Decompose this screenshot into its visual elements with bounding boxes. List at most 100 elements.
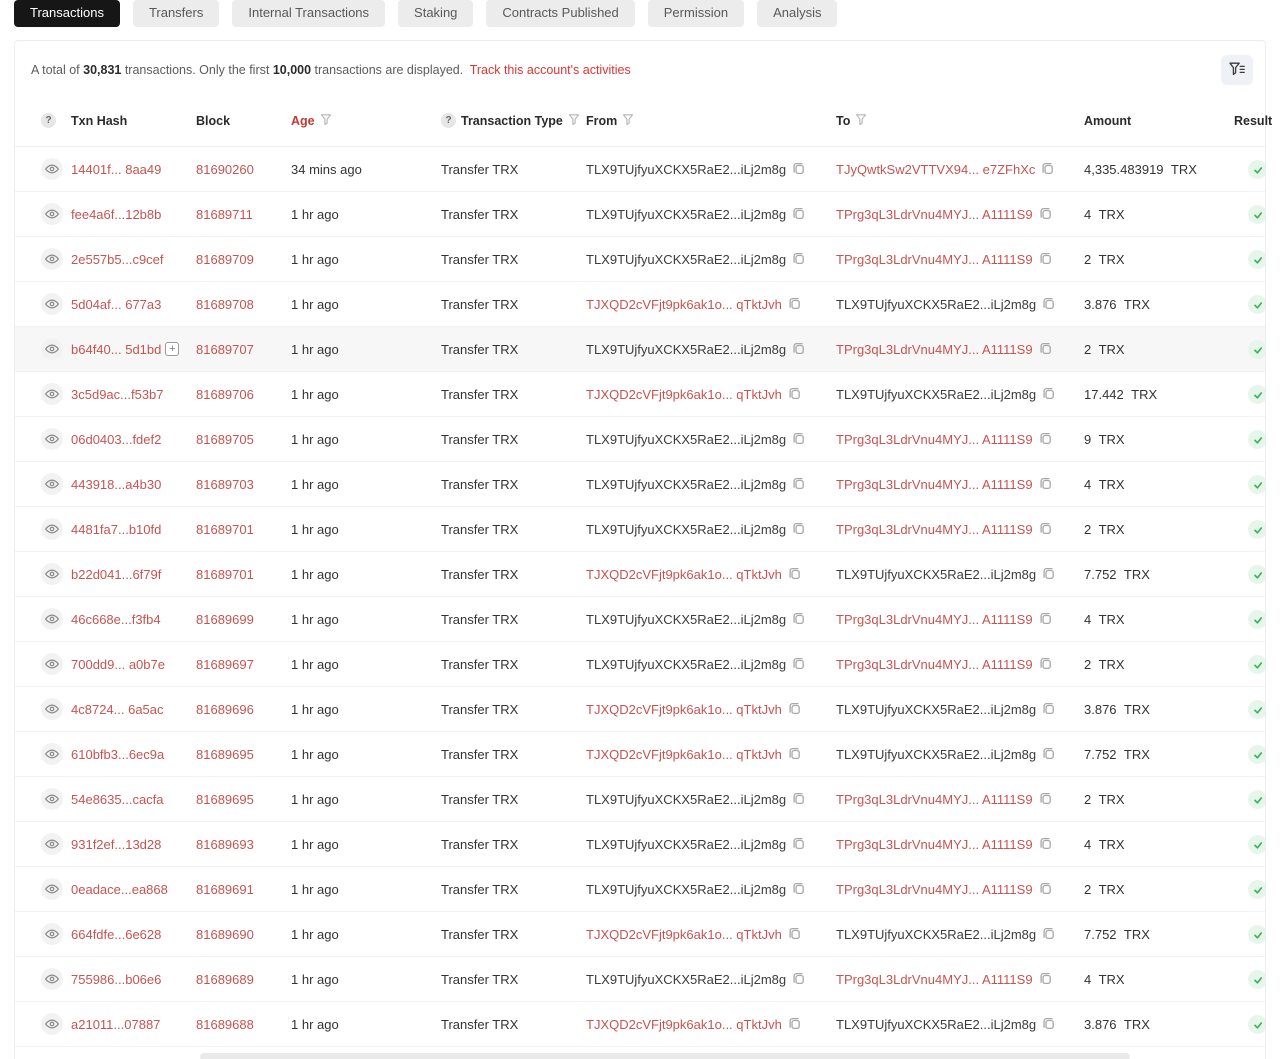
copy-icon[interactable] <box>788 701 802 716</box>
to-address-link[interactable]: TLX9TUjfyuXCKX5RaE2...iLj2m8g <box>836 387 1036 402</box>
block-link[interactable]: 81689703 <box>196 477 254 492</box>
copy-icon[interactable] <box>1039 791 1053 806</box>
txn-hash-link[interactable]: 610bfb3...6ec9a <box>71 747 164 762</box>
from-address-link[interactable]: TJXQD2cVFjt9pk6ak1o... qTktJvh <box>586 747 782 762</box>
to-address-link[interactable]: TPrg3qL3LdrVnu4MYJ... A1111S9 <box>836 342 1033 357</box>
from-address-link[interactable]: TLX9TUjfyuXCKX5RaE2...iLj2m8g <box>586 342 786 357</box>
tab-analysis[interactable]: Analysis <box>757 0 838 27</box>
txn-hash-link[interactable]: 4c8724... 6a5ac <box>71 702 164 717</box>
copy-icon[interactable] <box>788 1016 802 1031</box>
copy-icon[interactable] <box>792 341 806 356</box>
block-link[interactable]: 81689699 <box>196 612 254 627</box>
txn-hash-link[interactable]: fee4a6f...12b8b <box>71 207 161 222</box>
copy-icon[interactable] <box>1039 251 1053 266</box>
from-address-link[interactable]: TLX9TUjfyuXCKX5RaE2...iLj2m8g <box>586 162 786 177</box>
block-link[interactable]: 81689689 <box>196 972 254 987</box>
funnel-icon[interactable] <box>622 113 634 128</box>
to-address-link[interactable]: TPrg3qL3LdrVnu4MYJ... A1111S9 <box>836 522 1033 537</box>
copy-icon[interactable] <box>788 386 802 401</box>
block-link[interactable]: 81689691 <box>196 882 254 897</box>
from-address-link[interactable]: TLX9TUjfyuXCKX5RaE2...iLj2m8g <box>586 207 786 222</box>
to-address-link[interactable]: TPrg3qL3LdrVnu4MYJ... A1111S9 <box>836 882 1033 897</box>
block-link[interactable]: 81689705 <box>196 432 254 447</box>
question-mark-icon[interactable]: ? <box>41 113 56 128</box>
to-address-link[interactable]: TPrg3qL3LdrVnu4MYJ... A1111S9 <box>836 792 1033 807</box>
txn-hash-link[interactable]: 4481fa7...b10fd <box>71 522 161 537</box>
block-link[interactable]: 81689697 <box>196 657 254 672</box>
copy-icon[interactable] <box>792 431 806 446</box>
plus-square-expand-icon[interactable]: + <box>165 342 180 356</box>
block-link[interactable]: 81689708 <box>196 297 254 312</box>
copy-icon[interactable] <box>1039 656 1053 671</box>
funnel-icon[interactable] <box>855 113 867 128</box>
view-transaction-eye-icon[interactable] <box>41 608 63 630</box>
from-address-link[interactable]: TJXQD2cVFjt9pk6ak1o... qTktJvh <box>586 702 782 717</box>
txn-hash-link[interactable]: 46c668e...f3fb4 <box>71 612 161 627</box>
block-link[interactable]: 81689688 <box>196 1017 254 1032</box>
tab-contracts-published[interactable]: Contracts Published <box>486 0 635 27</box>
to-address-link[interactable]: TPrg3qL3LdrVnu4MYJ... A1111S9 <box>836 837 1033 852</box>
view-transaction-eye-icon[interactable] <box>41 473 63 495</box>
copy-icon[interactable] <box>1042 746 1056 761</box>
to-address-link[interactable]: TPrg3qL3LdrVnu4MYJ... A1111S9 <box>836 432 1033 447</box>
txn-hash-link[interactable]: 700dd9... a0b7e <box>71 657 165 672</box>
tab-permission[interactable]: Permission <box>647 0 745 27</box>
copy-icon[interactable] <box>1039 206 1053 221</box>
from-address-link[interactable]: TJXQD2cVFjt9pk6ak1o... qTktJvh <box>586 387 782 402</box>
block-link[interactable]: 81689707 <box>196 342 254 357</box>
question-mark-icon[interactable]: ? <box>441 113 456 128</box>
block-link[interactable]: 81689696 <box>196 702 254 717</box>
view-transaction-eye-icon[interactable] <box>41 338 63 360</box>
txn-hash-link[interactable]: 06d0403...fdef2 <box>71 432 161 447</box>
view-transaction-eye-icon[interactable] <box>41 158 63 180</box>
copy-icon[interactable] <box>788 296 802 311</box>
copy-icon[interactable] <box>792 206 806 221</box>
tab-internal-transactions[interactable]: Internal Transactions <box>232 0 386 27</box>
funnel-icon[interactable] <box>320 113 332 128</box>
view-transaction-eye-icon[interactable] <box>41 653 63 675</box>
copy-icon[interactable] <box>1042 926 1056 941</box>
view-transaction-eye-icon[interactable] <box>41 383 63 405</box>
to-address-link[interactable]: TLX9TUjfyuXCKX5RaE2...iLj2m8g <box>836 297 1036 312</box>
block-link[interactable]: 81689701 <box>196 567 254 582</box>
view-transaction-eye-icon[interactable] <box>41 923 63 945</box>
view-transaction-eye-icon[interactable] <box>41 698 63 720</box>
from-address-link[interactable]: TJXQD2cVFjt9pk6ak1o... qTktJvh <box>586 297 782 312</box>
from-address-link[interactable]: TLX9TUjfyuXCKX5RaE2...iLj2m8g <box>586 612 786 627</box>
from-address-link[interactable]: TLX9TUjfyuXCKX5RaE2...iLj2m8g <box>586 432 786 447</box>
block-link[interactable]: 81689693 <box>196 837 254 852</box>
from-address-link[interactable]: TLX9TUjfyuXCKX5RaE2...iLj2m8g <box>586 837 786 852</box>
copy-icon[interactable] <box>792 836 806 851</box>
view-transaction-eye-icon[interactable] <box>41 833 63 855</box>
txn-hash-link[interactable]: b22d041...6f79f <box>71 567 161 582</box>
txn-hash-link[interactable]: a21011...07887 <box>71 1017 160 1032</box>
view-transaction-eye-icon[interactable] <box>41 1013 63 1035</box>
txn-hash-link[interactable]: 931f2ef...13d28 <box>71 837 161 852</box>
txn-hash-link[interactable]: 14401f... 8aa49 <box>71 162 161 177</box>
copy-icon[interactable] <box>1042 386 1056 401</box>
to-address-link[interactable]: TLX9TUjfyuXCKX5RaE2...iLj2m8g <box>836 927 1036 942</box>
from-address-link[interactable]: TLX9TUjfyuXCKX5RaE2...iLj2m8g <box>586 882 786 897</box>
txn-hash-link[interactable]: b64f40... 5d1bd <box>71 342 161 357</box>
to-address-link[interactable]: TPrg3qL3LdrVnu4MYJ... A1111S9 <box>836 252 1033 267</box>
to-address-link[interactable]: TLX9TUjfyuXCKX5RaE2...iLj2m8g <box>836 747 1036 762</box>
view-transaction-eye-icon[interactable] <box>41 428 63 450</box>
view-transaction-eye-icon[interactable] <box>41 788 63 810</box>
to-address-link[interactable]: TPrg3qL3LdrVnu4MYJ... A1111S9 <box>836 612 1033 627</box>
from-address-link[interactable]: TJXQD2cVFjt9pk6ak1o... qTktJvh <box>586 567 782 582</box>
block-link[interactable]: 81689711 <box>196 207 253 222</box>
to-address-link[interactable]: TLX9TUjfyuXCKX5RaE2...iLj2m8g <box>836 567 1036 582</box>
copy-icon[interactable] <box>1042 296 1056 311</box>
block-link[interactable]: 81689709 <box>196 252 254 267</box>
view-transaction-eye-icon[interactable] <box>41 743 63 765</box>
copy-icon[interactable] <box>792 251 806 266</box>
txn-hash-link[interactable]: 664fdfe...6e628 <box>71 927 161 942</box>
from-address-link[interactable]: TLX9TUjfyuXCKX5RaE2...iLj2m8g <box>586 252 786 267</box>
tab-transfers[interactable]: Transfers <box>132 0 220 27</box>
view-transaction-eye-icon[interactable] <box>41 203 63 225</box>
copy-icon[interactable] <box>1042 566 1056 581</box>
txn-hash-link[interactable]: 54e8635...cacfa <box>71 792 164 807</box>
copy-icon[interactable] <box>1042 701 1056 716</box>
from-address-link[interactable]: TLX9TUjfyuXCKX5RaE2...iLj2m8g <box>586 792 786 807</box>
block-link[interactable]: 81689701 <box>196 522 254 537</box>
